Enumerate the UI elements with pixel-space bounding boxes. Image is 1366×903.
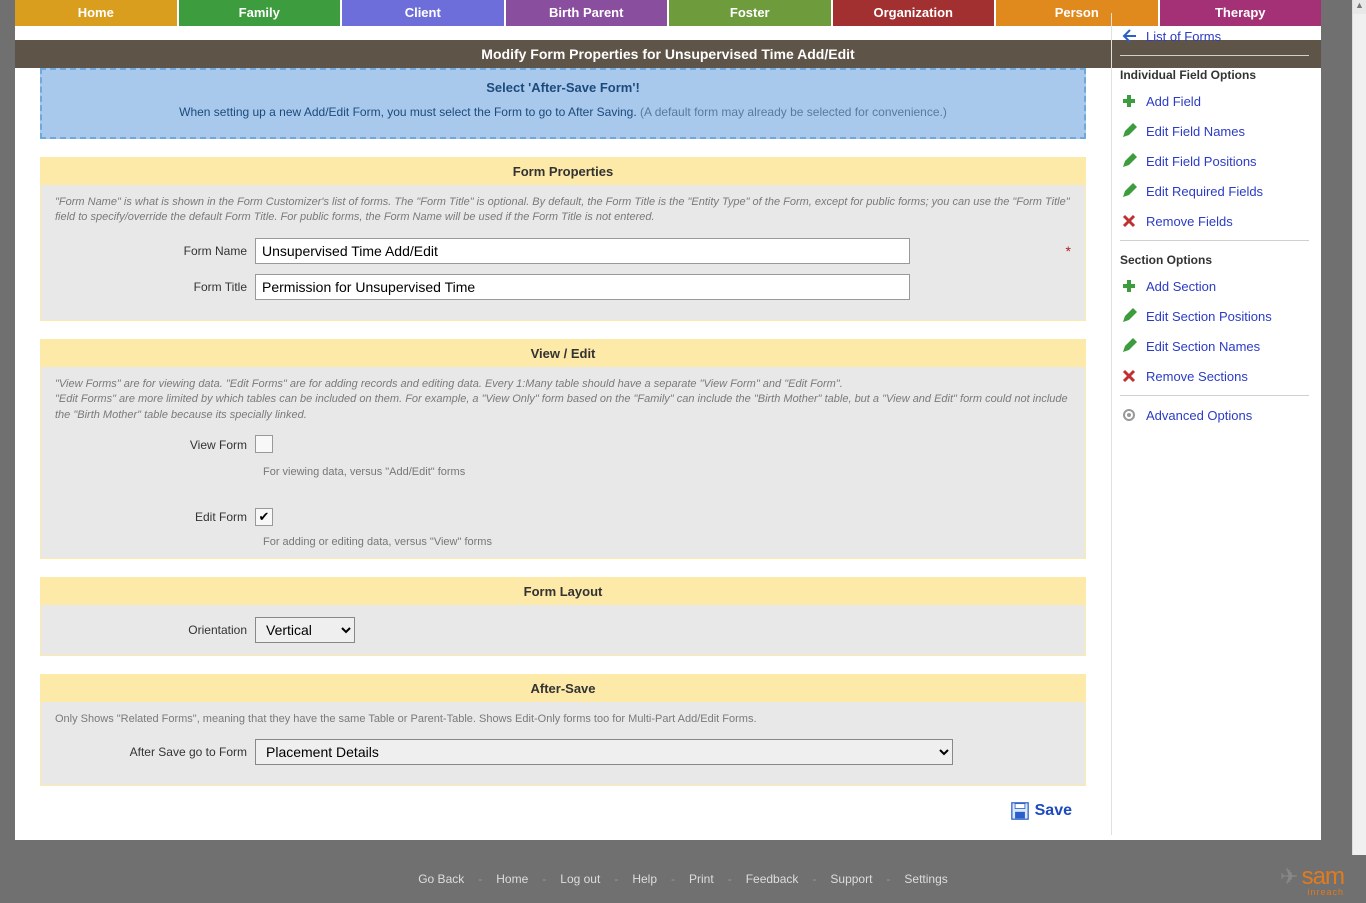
separator: - xyxy=(671,872,675,886)
list-of-forms-link[interactable]: List of Forms xyxy=(1120,21,1309,51)
view-form-hint: For viewing data, versus "Add/Edit" form… xyxy=(263,466,1071,478)
section-header: Form Properties xyxy=(41,158,1085,185)
sidebar: List of Forms Individual Field Options A… xyxy=(1111,13,1321,835)
pencil-icon xyxy=(1120,307,1138,325)
section-header: View / Edit xyxy=(41,340,1085,367)
delete-icon xyxy=(1120,212,1138,230)
orientation-select[interactable]: Vertical xyxy=(255,617,355,643)
advanced-options-link[interactable]: Advanced Options xyxy=(1120,400,1309,430)
footer: Go Back-Home-Log out-Help-Print-Feedback… xyxy=(0,855,1366,903)
section-after-save: After-Save Only Shows "Related Forms", m… xyxy=(40,674,1086,786)
save-icon xyxy=(1011,802,1029,820)
footer-link-go-back[interactable]: Go Back xyxy=(418,872,464,886)
section-help: "View Forms" are for viewing data. "Edit… xyxy=(55,377,1071,423)
footer-link-home[interactable]: Home xyxy=(496,872,528,886)
section-form-properties: Form Properties "Form Name" is what is s… xyxy=(40,157,1086,321)
nav-tab-client[interactable]: Client xyxy=(342,0,506,26)
nav-tab-organization[interactable]: Organization xyxy=(833,0,997,26)
edit-section-positions-link[interactable]: Edit Section Positions xyxy=(1120,301,1309,331)
section-header: Form Layout xyxy=(41,578,1085,605)
add-field-link[interactable]: Add Field xyxy=(1120,86,1309,116)
edit-field-names-link[interactable]: Edit Field Names xyxy=(1120,116,1309,146)
footer-link-feedback[interactable]: Feedback xyxy=(746,872,799,886)
section-help: "Form Name" is what is shown in the Form… xyxy=(55,195,1071,226)
plus-icon xyxy=(1120,92,1138,110)
gear-icon xyxy=(1120,406,1138,424)
footer-link-settings[interactable]: Settings xyxy=(904,872,947,886)
delete-icon xyxy=(1120,367,1138,385)
separator: - xyxy=(812,872,816,886)
back-arrow-icon xyxy=(1120,27,1138,45)
form-name-label: Form Name xyxy=(55,244,255,258)
orientation-label: Orientation xyxy=(55,623,255,637)
pencil-icon xyxy=(1120,152,1138,170)
separator: - xyxy=(478,872,482,886)
pencil-icon xyxy=(1120,182,1138,200)
nav-tab-home[interactable]: Home xyxy=(15,0,179,26)
alert-banner: Select 'After-Save Form'! When setting u… xyxy=(40,68,1086,139)
edit-section-names-link[interactable]: Edit Section Names xyxy=(1120,331,1309,361)
view-form-checkbox[interactable] xyxy=(255,435,273,453)
edit-required-fields-link[interactable]: Edit Required Fields xyxy=(1120,176,1309,206)
save-button[interactable]: Save xyxy=(1011,802,1072,820)
alert-heading: Select 'After-Save Form'! xyxy=(62,80,1064,95)
pencil-icon xyxy=(1120,122,1138,140)
nav-tab-family[interactable]: Family xyxy=(179,0,343,26)
after-save-label: After Save go to Form xyxy=(55,745,255,759)
scrollbar[interactable]: ▲ ▼ xyxy=(1352,0,1366,903)
edit-field-positions-link[interactable]: Edit Field Positions xyxy=(1120,146,1309,176)
footer-link-support[interactable]: Support xyxy=(830,872,872,886)
form-title-input[interactable] xyxy=(255,274,910,300)
footer-link-log-out[interactable]: Log out xyxy=(560,872,600,886)
after-save-select[interactable]: Placement Details xyxy=(255,739,953,765)
add-section-link[interactable]: Add Section xyxy=(1120,271,1309,301)
separator: - xyxy=(886,872,890,886)
separator: - xyxy=(542,872,546,886)
alert-text: When setting up a new Add/Edit Form, you… xyxy=(62,105,1064,119)
section-form-layout: Form Layout Orientation Vertical xyxy=(40,577,1086,656)
separator: - xyxy=(728,872,732,886)
nav-tab-foster[interactable]: Foster xyxy=(669,0,833,26)
edit-form-hint: For adding or editing data, versus "View… xyxy=(263,536,1071,548)
section-header: After-Save xyxy=(41,675,1085,702)
sidebar-group-header: Section Options xyxy=(1120,245,1309,271)
footer-link-print[interactable]: Print xyxy=(689,872,714,886)
form-title-label: Form Title xyxy=(55,280,255,294)
sidebar-group-header: Individual Field Options xyxy=(1120,60,1309,86)
remove-sections-link[interactable]: Remove Sections xyxy=(1120,361,1309,391)
remove-fields-link[interactable]: Remove Fields xyxy=(1120,206,1309,236)
logo: ✈ sam inreach xyxy=(1280,863,1344,897)
scroll-up-icon[interactable]: ▲ xyxy=(1353,0,1366,14)
edit-form-label: Edit Form xyxy=(55,510,255,524)
plus-icon xyxy=(1120,277,1138,295)
edit-form-checkbox[interactable]: ✔ xyxy=(255,508,273,526)
separator: - xyxy=(614,872,618,886)
required-icon: * xyxy=(1066,243,1071,259)
form-name-input[interactable] xyxy=(255,238,910,264)
nav-tab-birth-parent[interactable]: Birth Parent xyxy=(506,0,670,26)
footer-link-help[interactable]: Help xyxy=(632,872,657,886)
section-help: Only Shows "Related Forms", meaning that… xyxy=(55,712,1071,727)
section-view-edit: View / Edit "View Forms" are for viewing… xyxy=(40,339,1086,559)
view-form-label: View Form xyxy=(55,438,255,452)
pencil-icon xyxy=(1120,337,1138,355)
